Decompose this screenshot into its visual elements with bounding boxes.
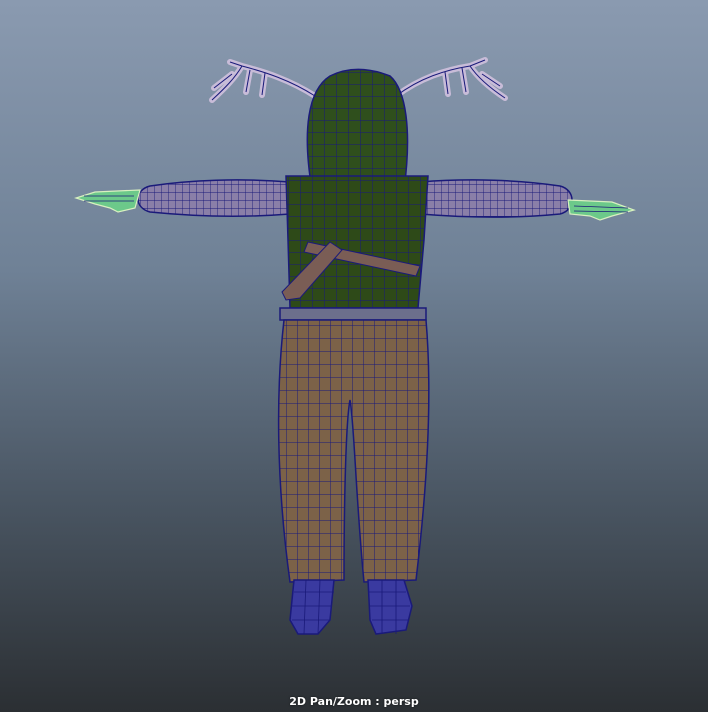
right-antler[interactable]: [393, 57, 508, 101]
right-arm[interactable]: [419, 179, 573, 218]
left-arm[interactable]: [137, 179, 291, 217]
left-antler[interactable]: [209, 59, 318, 103]
left-hand[interactable]: [74, 189, 141, 213]
belt[interactable]: [279, 307, 427, 321]
character-model-wireframe[interactable]: [0, 0, 708, 712]
camera-status-label: 2D Pan/Zoom : persp: [289, 695, 419, 708]
left-shoe[interactable]: [289, 579, 335, 635]
right-shoe[interactable]: [367, 579, 413, 635]
hood[interactable]: [306, 68, 409, 191]
pants[interactable]: [277, 319, 430, 583]
right-hand[interactable]: [567, 199, 636, 221]
maya-perspective-viewport[interactable]: 2D Pan/Zoom : persp: [0, 0, 708, 712]
